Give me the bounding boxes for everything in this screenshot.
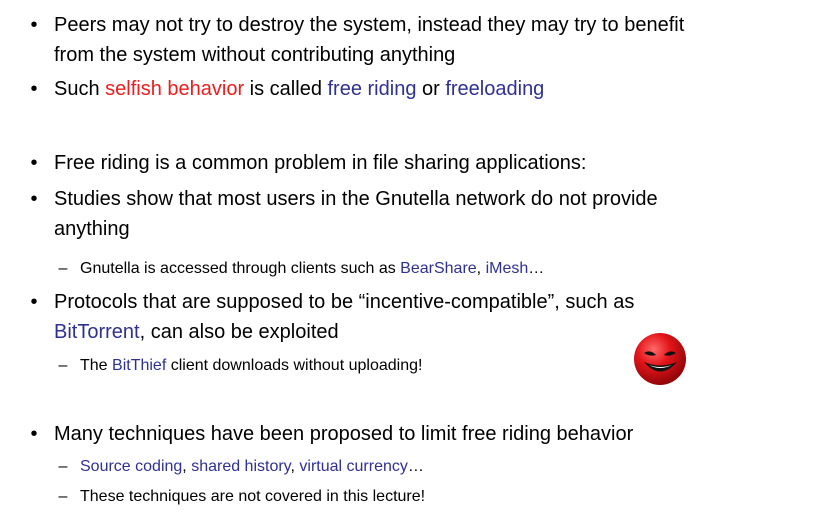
- subbullet-text: ,: [476, 260, 486, 277]
- subbullet-text: …: [407, 458, 424, 475]
- bullet-text: is called: [244, 78, 328, 100]
- bullet-text: Free riding is a common problem in file …: [54, 152, 587, 174]
- bullet-mark: •: [30, 188, 38, 210]
- bullet-text: Many techniques have been proposed to li…: [54, 423, 634, 445]
- highlight-bitthief: BitThief: [112, 357, 167, 374]
- highlight-imesh: iMesh: [485, 260, 529, 277]
- subbullet-text: …: [528, 260, 545, 277]
- bullet-text: or: [416, 78, 446, 100]
- bullet-mark: •: [30, 291, 38, 313]
- highlight-virtual-currency: virtual currency: [299, 458, 408, 475]
- subbullet-text: These techniques are not covered in this…: [80, 488, 426, 505]
- subbullet-mark: –: [58, 488, 68, 505]
- highlight-free-riding: free riding: [327, 78, 417, 100]
- bullet-mark: •: [30, 78, 38, 100]
- highlight-bittorrent: BitTorrent: [54, 321, 140, 343]
- subbullet-text: Gnutella is accessed through clients suc…: [80, 260, 401, 277]
- subbullet-mark: –: [58, 357, 68, 374]
- highlight-freeloading: freeloading: [445, 78, 545, 100]
- subbullet-text: client downloads without uploading!: [166, 357, 423, 374]
- grinning-face-icon: [634, 333, 686, 385]
- bullet-mark: •: [30, 14, 38, 36]
- bullet-mark: •: [30, 423, 38, 445]
- highlight-bearshare: BearShare: [400, 260, 477, 277]
- highlight-selfish-behavior: selfish behavior: [105, 78, 245, 100]
- highlight-source-coding: Source coding: [80, 458, 183, 475]
- bullet-text-line2: anything: [54, 218, 130, 240]
- subbullet-text: The: [80, 357, 113, 374]
- subbullet-mark: –: [58, 458, 68, 475]
- bullet-text-line2: from the system without contributing any…: [54, 44, 456, 66]
- highlight-shared-history: shared history: [191, 458, 291, 475]
- bullet-text: , can also be exploited: [139, 321, 339, 343]
- bullet-text-line1: Peers may not try to destroy the system,…: [54, 14, 685, 36]
- subbullet-text: ,: [182, 458, 192, 475]
- bullet-text-line1: Studies show that most users in the Gnut…: [54, 188, 658, 210]
- bullet-mark: •: [30, 152, 38, 174]
- bullet-text-line1: Protocols that are supposed to be “incen…: [54, 291, 635, 313]
- subbullet-mark: –: [58, 260, 68, 277]
- bullet-text: Such: [54, 78, 106, 100]
